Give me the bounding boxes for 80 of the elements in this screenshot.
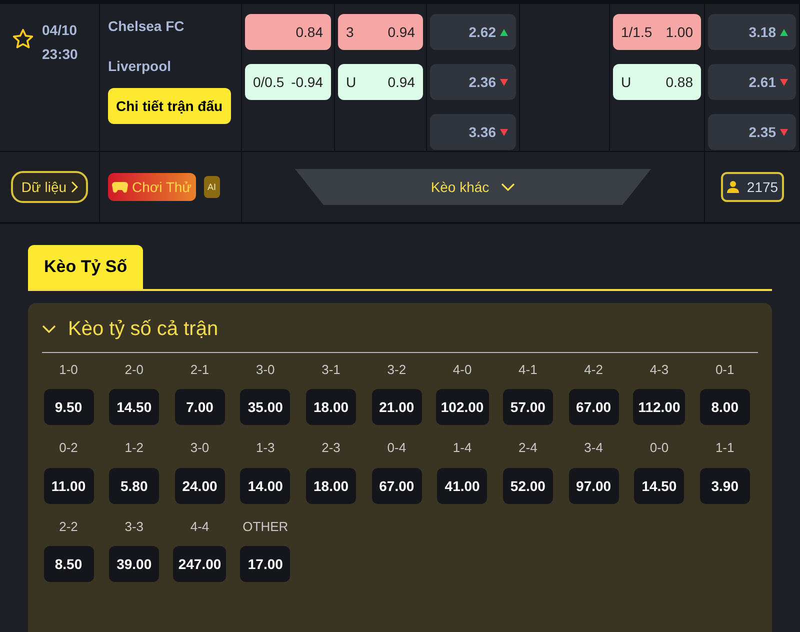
score-odds-button[interactable]: 3.90 xyxy=(700,468,750,504)
score-label: 2-4 xyxy=(518,439,538,458)
score-odds-button[interactable]: 8.00 xyxy=(700,389,750,426)
score-odds-button[interactable]: 14.50 xyxy=(109,389,160,426)
score-label: 2-3 xyxy=(322,439,340,458)
score-odds-button[interactable]: 112.00 xyxy=(633,389,686,426)
score-odds-button[interactable]: 14.50 xyxy=(634,468,684,504)
odds-button[interactable]: 1/1.5 1.00 xyxy=(613,14,701,50)
panel-title: Kèo tỷ số cả trận xyxy=(68,317,218,342)
score-label: 1-2 xyxy=(124,439,144,458)
score-odds-button[interactable]: 24.00 xyxy=(174,468,225,504)
score-label: 2-1 xyxy=(190,360,210,379)
score-label: OTHER xyxy=(242,518,288,536)
score-odds-button[interactable]: 67.00 xyxy=(372,468,422,504)
score-label: 3-4 xyxy=(584,439,603,458)
odds-button[interactable]: 2.36 xyxy=(430,64,516,100)
score-label: 1-1 xyxy=(715,439,734,458)
odds-button[interactable]: 3.36 xyxy=(430,114,516,150)
ai-badge[interactable]: AI xyxy=(204,176,220,198)
score-odds-button[interactable]: 7.00 xyxy=(174,389,225,426)
score-label: 1-3 xyxy=(256,439,275,458)
score-label: 4-2 xyxy=(584,360,603,379)
score-label: 0-1 xyxy=(715,360,734,379)
score-label: 0-0 xyxy=(650,439,669,458)
score-odds-button[interactable]: 41.00 xyxy=(437,468,488,504)
score-odds-button[interactable]: 247.00 xyxy=(173,546,226,582)
data-button[interactable]: Dữ liệu xyxy=(11,171,88,203)
gamepad-icon xyxy=(112,181,128,193)
chevron-icon[interactable] xyxy=(42,325,56,334)
score-odds-button[interactable]: 102.00 xyxy=(436,389,489,426)
score-label: 3-0 xyxy=(190,439,210,458)
score-label: 3-3 xyxy=(124,518,144,536)
score-label: 4-4 xyxy=(190,518,210,536)
score-label: 4-3 xyxy=(650,360,669,379)
score-label: 3-0 xyxy=(256,360,275,379)
odds-button[interactable]: 0.84 xyxy=(245,14,331,50)
score-odds-button[interactable]: 17.00 xyxy=(240,546,290,582)
odds-button[interactable]: 0/0.5 -0.94 xyxy=(245,64,331,100)
score-odds-button[interactable]: 57.00 xyxy=(502,389,553,426)
score-label: 1-0 xyxy=(59,360,78,379)
more-odds-button[interactable]: Kèo khác xyxy=(295,169,651,205)
odds-button[interactable]: U 0.88 xyxy=(613,64,701,100)
home-team-name: Chelsea FC xyxy=(108,17,184,36)
star-icon[interactable] xyxy=(12,28,34,50)
odds-button[interactable]: 2.35 xyxy=(708,114,796,150)
odds-button[interactable]: 3.18 xyxy=(708,14,796,50)
odds-button[interactable]: 2.61 xyxy=(708,64,796,100)
chevron-right-icon xyxy=(70,181,78,193)
score-label: 4-0 xyxy=(452,360,472,379)
chevron-down-icon xyxy=(501,183,516,191)
score-label: 3-1 xyxy=(322,360,340,379)
score-odds-button[interactable]: 9.50 xyxy=(44,389,94,426)
score-label: 0-4 xyxy=(387,439,406,458)
score-odds-button[interactable]: 35.00 xyxy=(240,389,290,426)
score-odds-button[interactable]: 21.00 xyxy=(372,389,422,426)
score-odds-button[interactable]: 11.00 xyxy=(44,468,94,504)
score-odds-button[interactable]: 52.00 xyxy=(502,468,553,504)
score-label: 3-2 xyxy=(387,360,406,379)
odds-button[interactable]: 2.62 xyxy=(430,14,516,50)
score-odds-button[interactable]: 18.00 xyxy=(306,389,356,426)
score-odds-button[interactable]: 18.00 xyxy=(306,468,356,504)
match-date: 04/10 xyxy=(42,21,78,40)
score-label: 1-4 xyxy=(452,439,472,458)
score-label: 2-0 xyxy=(124,360,144,379)
odds-button[interactable]: 3 0.94 xyxy=(338,14,423,50)
tab[interactable]: Kèo Tỷ Số xyxy=(28,245,144,289)
score-label: 0-2 xyxy=(59,439,78,458)
score-label: 4-1 xyxy=(518,360,538,379)
score-odds-button[interactable]: 97.00 xyxy=(568,468,619,504)
score-label: 2-2 xyxy=(59,518,78,536)
score-odds-button[interactable]: 8.50 xyxy=(44,546,94,582)
away-team-name: Liverpool xyxy=(108,57,172,76)
score-odds-button[interactable]: 67.00 xyxy=(568,389,619,426)
match-details-button[interactable]: Chi tiết trận đấu xyxy=(108,88,231,124)
score-odds-button[interactable]: 5.80 xyxy=(109,468,160,504)
match-time: 23:30 xyxy=(42,45,78,64)
odds-button[interactable]: U 0.94 xyxy=(338,64,423,100)
score-odds-button[interactable]: 14.00 xyxy=(240,468,290,504)
viewer-count: 2175 xyxy=(720,172,784,202)
score-odds-button[interactable]: 39.00 xyxy=(109,546,160,582)
